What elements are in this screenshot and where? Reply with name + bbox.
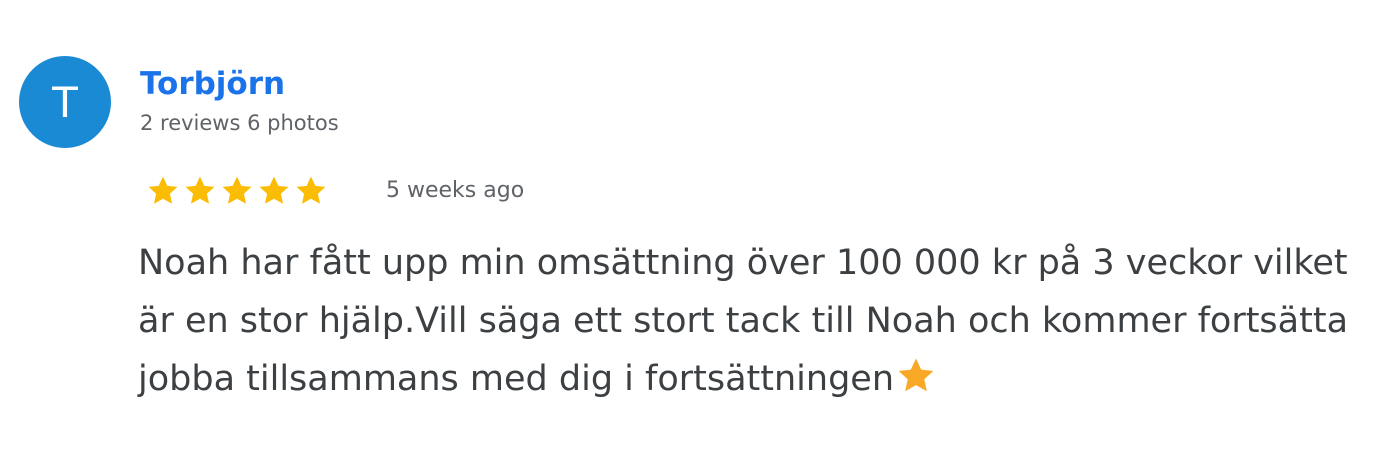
author-name[interactable]: Torbjörn xyxy=(140,66,285,102)
star-icon xyxy=(185,176,215,204)
star-emoji-icon xyxy=(898,358,934,392)
review-body: Noah har fått upp min omsättning över 10… xyxy=(138,243,1349,399)
review-text: Noah har fått upp min omsättning över 10… xyxy=(138,234,1348,408)
star-icon xyxy=(259,176,289,204)
avatar-letter: T xyxy=(52,77,78,127)
star-icon xyxy=(148,176,178,204)
avatar[interactable]: T xyxy=(19,56,111,148)
author-meta: 2 reviews 6 photos xyxy=(140,111,339,135)
review-card: T Torbjörn 2 reviews 6 photos 5 weeks ag… xyxy=(0,0,1375,468)
review-date: 5 weeks ago xyxy=(386,178,525,203)
star-icon xyxy=(222,176,252,204)
star-rating xyxy=(146,174,328,208)
star-icon xyxy=(296,176,326,204)
